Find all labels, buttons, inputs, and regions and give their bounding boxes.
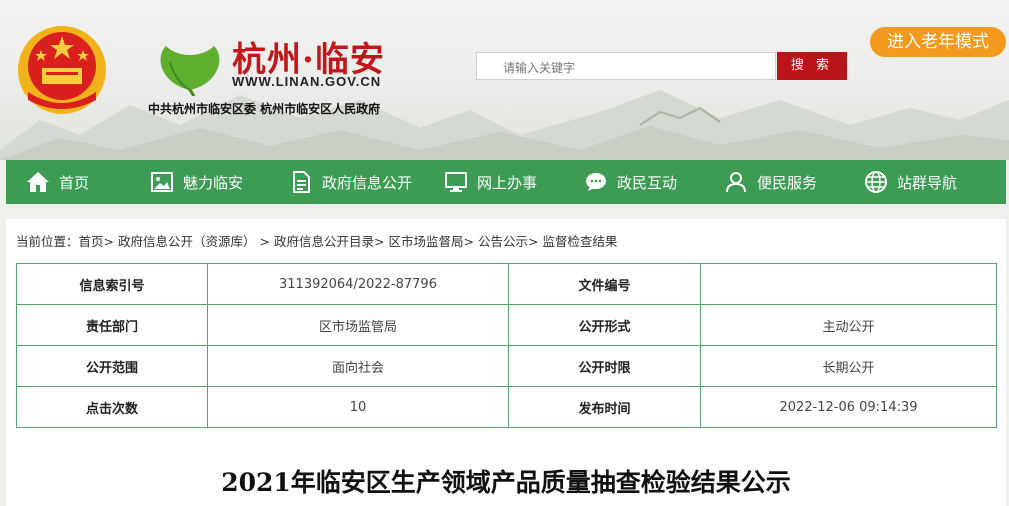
globe-icon [865, 171, 887, 193]
nav-item-label: 魅力临安 [183, 173, 244, 192]
info-label-disclosure-form: 公开形式 [508, 304, 701, 346]
site-header: 杭州·临安 WWW.LINAN.GOV.CN 中共杭州市临安区委 杭州市临安区人… [0, 0, 1009, 160]
nav-item-interaction[interactable]: 政民互动 [584, 160, 677, 204]
breadcrumb-item-announcements[interactable]: 公告公示 [478, 234, 528, 249]
ginkgo-leaf-logo [160, 46, 220, 96]
breadcrumb-separator: > [373, 234, 385, 249]
breadcrumb: 当前位置：首页> 政府信息公开（资源库） > 政府信息公开目录> 区市场监督局>… [16, 231, 617, 250]
breadcrumb-item-gov-info[interactable]: 政府信息公开（资源库） [118, 234, 256, 249]
nav-item-charm-linan[interactable]: 魅力临安 [150, 160, 243, 204]
nav-item-label: 首页 [59, 173, 90, 192]
info-value-index: 311392064/2022-87796 [207, 263, 509, 305]
info-value-publish-time: 2022-12-06 09:14:39 [700, 386, 997, 428]
breadcrumb-item-department[interactable]: 区市场监督局 [388, 234, 463, 249]
search-input[interactable]: 请输入关键字 [476, 52, 776, 80]
nav-item-site-navigation[interactable]: 站群导航 [864, 160, 957, 204]
breadcrumb-item-home[interactable]: 首页 [79, 234, 104, 249]
chat-icon [586, 173, 606, 191]
site-subtitle: 中共杭州市临安区委 杭州市临安区人民政府 [148, 102, 381, 116]
info-value-department: 区市场监管局 [207, 304, 509, 346]
home-icon [27, 172, 49, 192]
nav-item-label: 站群导航 [897, 173, 958, 192]
info-label-publish-time: 发布时间 [508, 386, 701, 428]
breadcrumb-item-catalog[interactable]: 政府信息公开目录 [274, 234, 374, 249]
table-row: 点击次数 10 发布时间 2022-12-06 09:14:39 [16, 386, 997, 428]
table-row: 责任部门 区市场监管局 公开形式 主动公开 [16, 304, 997, 346]
nav-item-label: 网上办事 [477, 173, 538, 192]
nav-item-online-service[interactable]: 网上办事 [444, 160, 537, 204]
info-label-scope: 公开范围 [16, 345, 208, 387]
breadcrumb-separator: > [259, 234, 270, 249]
user-icon [726, 172, 746, 193]
site-url: WWW.LINAN.GOV.CN [232, 74, 382, 89]
info-value-clicks: 10 [207, 386, 509, 428]
content-area: 当前位置：首页> 政府信息公开（资源库） > 政府信息公开目录> 区市场监督局>… [6, 219, 1006, 506]
monitor-icon [445, 172, 467, 192]
national-emblem-icon [18, 26, 106, 114]
info-value-doc-number [700, 263, 997, 305]
nav-item-public-service[interactable]: 便民服务 [724, 160, 817, 204]
info-label-time-limit: 公开时限 [508, 345, 701, 387]
info-label-clicks: 点击次数 [16, 386, 208, 428]
info-label-index: 信息索引号 [16, 263, 208, 305]
info-value-scope: 面向社会 [207, 345, 509, 387]
info-value-disclosure-form: 主动公开 [700, 304, 997, 346]
table-row: 公开范围 面向社会 公开时限 长期公开 [16, 345, 997, 387]
breadcrumb-prefix: 当前位置： [16, 234, 79, 249]
breadcrumb-separator: > [527, 234, 539, 249]
table-row: 信息索引号 311392064/2022-87796 文件编号 [16, 263, 997, 305]
breadcrumb-item-current[interactable]: 监督检查结果 [542, 234, 617, 249]
nav-item-gov-info[interactable]: 政府信息公开 [289, 160, 412, 204]
nav-item-label: 政民互动 [617, 173, 678, 192]
picture-icon [151, 172, 173, 192]
info-value-time-limit: 长期公开 [700, 345, 997, 387]
breadcrumb-separator: > [103, 234, 115, 249]
document-icon [293, 171, 310, 193]
info-label-department: 责任部门 [16, 304, 208, 346]
info-label-doc-number: 文件编号 [508, 263, 701, 305]
nav-item-label: 政府信息公开 [322, 173, 413, 192]
nav-item-label: 便民服务 [757, 173, 818, 192]
breadcrumb-separator: > [463, 234, 474, 249]
main-nav: 首页 魅力临安 政府信息公开 网上办事 政民互动 便民服务 站群导航 [6, 160, 1006, 204]
elder-mode-button[interactable]: 进入老年模式 [870, 27, 1006, 57]
search-button[interactable]: 搜 索 [777, 52, 847, 80]
nav-item-home[interactable]: 首页 [26, 160, 89, 204]
article-title: 2021年临安区生产领域产品质量抽查检验结果公示 [221, 468, 791, 497]
info-table: 信息索引号 311392064/2022-87796 文件编号 责任部门 区市场… [16, 263, 997, 428]
